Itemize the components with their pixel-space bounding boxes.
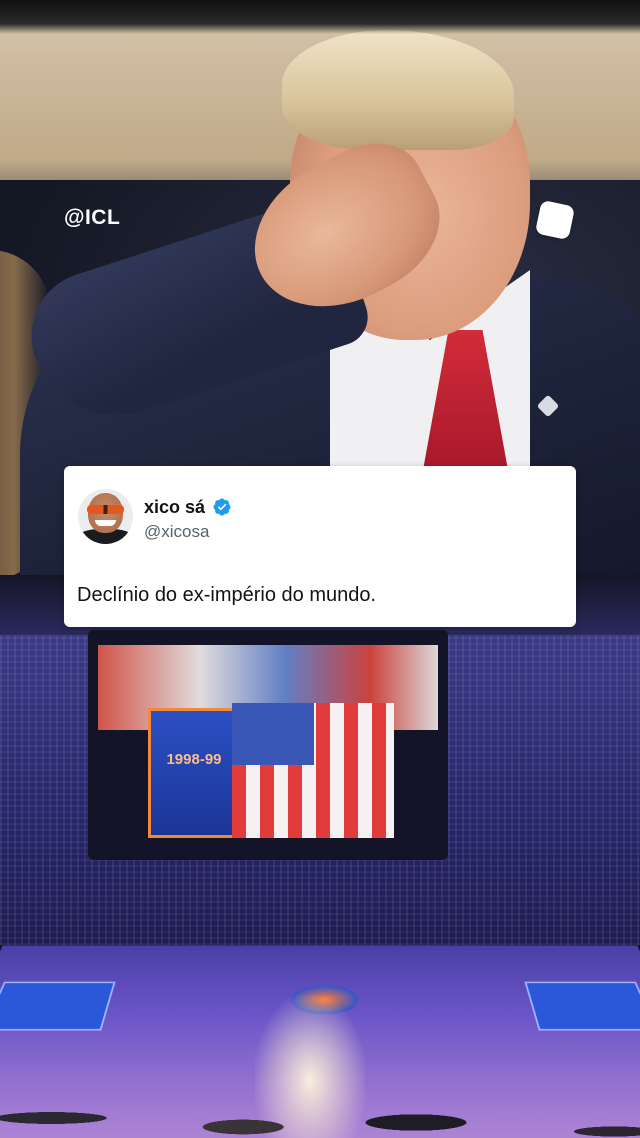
banner-text: 1998-99 [166, 751, 222, 768]
hair [282, 30, 514, 150]
championship-banner: 1998-99 [148, 708, 240, 838]
tweet-text: Declínio do ex-império do mundo. [77, 584, 377, 606]
foreground-spectators [0, 1055, 640, 1138]
account-watermark: @ICL [64, 206, 121, 229]
avatar-smile [95, 520, 116, 526]
court-paint-right [524, 981, 640, 1031]
tweet-card[interactable]: xico sá @xicosa Declínio do ex-império d… [64, 466, 576, 627]
rounded-square-icon[interactable] [534, 199, 576, 241]
username-handle[interactable]: @xicosa [144, 522, 209, 542]
verified-badge-icon [213, 498, 231, 516]
american-flag [232, 703, 394, 838]
avatar[interactable] [78, 489, 133, 544]
avatar-glasses [87, 505, 124, 514]
court-paint-left [0, 981, 116, 1031]
screen-top-edge [0, 0, 640, 34]
arena-video-frame: 1998-99 [0, 575, 640, 1138]
display-name[interactable]: xico sá [144, 497, 205, 518]
flag-canton [232, 703, 314, 765]
